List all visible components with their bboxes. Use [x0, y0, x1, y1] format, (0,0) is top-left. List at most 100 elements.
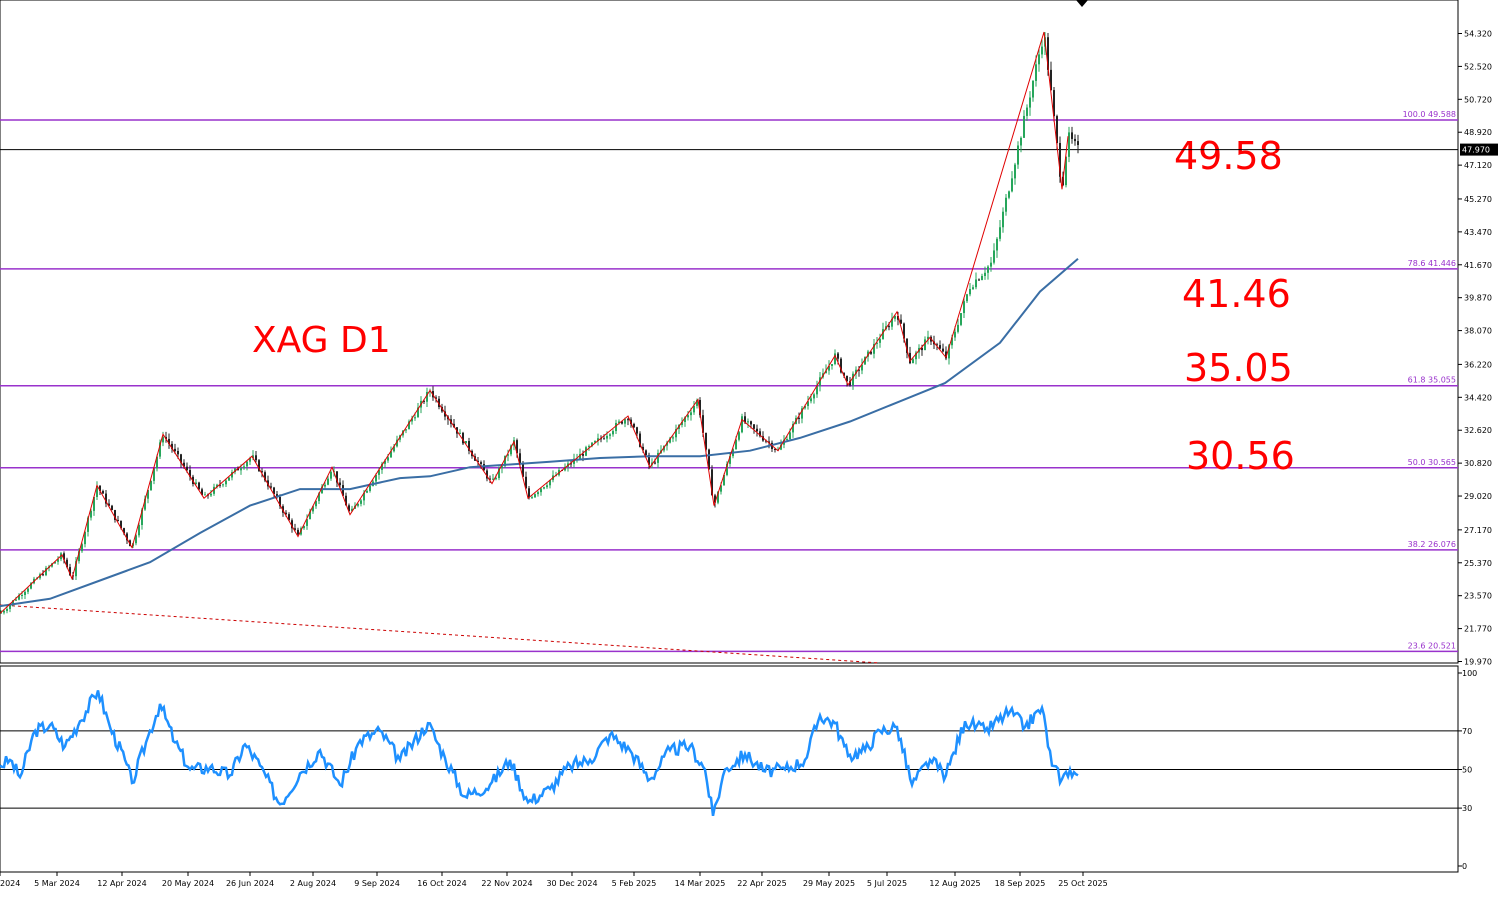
candle-body	[606, 435, 608, 439]
candle-body	[366, 490, 368, 493]
rsi-tick-label: 30	[1462, 804, 1472, 813]
candle-body	[981, 276, 983, 280]
candle-body	[225, 480, 227, 485]
time-tick-label: 14 Mar 2025	[675, 879, 726, 888]
candle-body	[741, 416, 743, 433]
candle-body	[324, 484, 326, 487]
candle-body	[603, 438, 605, 440]
candle-body	[1017, 145, 1019, 165]
candle-body	[24, 591, 26, 596]
candle-body	[975, 279, 977, 288]
price-tick-label: 21.770	[1464, 625, 1492, 634]
candle-body	[609, 434, 611, 436]
candle-body	[1011, 178, 1013, 192]
candle-body	[837, 353, 839, 359]
candle-body	[966, 294, 968, 302]
candle-body	[831, 364, 833, 366]
candle-body	[1029, 97, 1031, 108]
candle-body	[174, 448, 176, 452]
candle-body	[204, 494, 206, 496]
candle-body	[546, 485, 548, 488]
candle-body	[852, 373, 854, 386]
candle-body	[186, 466, 188, 471]
candle-body	[690, 412, 692, 416]
candle-body	[612, 431, 614, 435]
candle-body	[1008, 191, 1010, 198]
candle-body	[672, 437, 674, 439]
price-tick-label: 52.520	[1464, 62, 1492, 71]
time-tick-label: 12 Aug 2025	[929, 879, 980, 888]
candle-body	[786, 439, 788, 441]
time-tick-label: 5 Jul 2025	[867, 879, 907, 888]
chart-root: 100.0 49.588 49.58 78.6 41.446 41.46 61.8 35…	[0, 0, 1501, 896]
candle-body	[753, 424, 755, 429]
candle-body	[177, 451, 179, 455]
candle-body	[1071, 132, 1073, 139]
rsi-tick-label: 0	[1462, 862, 1467, 871]
candle-body	[972, 287, 974, 290]
candle-body	[999, 227, 1001, 239]
candle-body	[480, 462, 482, 465]
time-tick-label: 5 Feb 2025	[612, 879, 657, 888]
candle-body	[297, 529, 299, 535]
candle-body	[789, 432, 791, 440]
candle-body	[1002, 211, 1004, 228]
time-tick-label: 5 Mar 2024	[34, 879, 80, 888]
candle-body	[21, 595, 23, 597]
candle-body	[978, 279, 980, 281]
candle-body	[747, 421, 749, 423]
candle-body	[969, 289, 971, 295]
price-tick-label: 32.620	[1464, 426, 1492, 435]
candle-body	[27, 588, 29, 592]
candle-body	[645, 450, 647, 455]
time-tick-label: 20 May 2024	[162, 879, 214, 888]
candle-body	[582, 454, 584, 456]
candle-body	[339, 482, 341, 486]
candle-body	[990, 262, 992, 267]
candle-body	[993, 250, 995, 263]
price-tick-label: 30.820	[1464, 459, 1492, 468]
price-tick-label: 38.070	[1464, 327, 1492, 336]
candle-body	[222, 484, 224, 486]
fib-note-label: 30.56	[1186, 434, 1295, 478]
candle-body	[654, 462, 656, 464]
price-axis: 54.320 52.520 50.720 48.920 47.120 45.270 43.4…	[1458, 30, 1498, 667]
price-tick-label: 43.470	[1464, 228, 1492, 237]
candle-body	[387, 457, 389, 461]
price-tick-label: 27.170	[1464, 526, 1492, 535]
price-tick-label: 34.420	[1464, 393, 1492, 402]
price-pane	[0, 0, 1459, 664]
candle-body	[810, 398, 812, 402]
candle-body	[942, 348, 944, 352]
candle-body	[1074, 138, 1076, 142]
candle-body	[1077, 141, 1079, 146]
candle-body	[360, 500, 362, 504]
candle-body	[531, 497, 533, 499]
fib-level-label: 61.8 35.055	[1408, 376, 1456, 385]
candle-body	[246, 461, 248, 467]
fib-note-label: 49.58	[1174, 134, 1283, 178]
candle-body	[414, 417, 416, 419]
candle-body	[1032, 80, 1034, 98]
time-tick-label: 25 Oct 2025	[1058, 879, 1107, 888]
rsi-tick-label: 100	[1462, 669, 1477, 678]
candle-body	[1068, 132, 1070, 157]
candle-body	[198, 482, 200, 490]
candle-body	[984, 272, 986, 277]
time-tick-label: 16 Oct 2024	[417, 879, 466, 888]
candle-body	[327, 478, 329, 485]
time-tick-label: 26 Jun 2024	[226, 879, 274, 888]
price-tick-label: 48.920	[1464, 128, 1492, 137]
candle-body	[957, 324, 959, 332]
fib-note-label: 41.46	[1182, 272, 1291, 316]
candle-body	[879, 339, 881, 343]
candle-body	[243, 466, 245, 469]
candle-body	[228, 477, 230, 481]
price-tick-label: 25.370	[1464, 559, 1492, 568]
price-tick-label: 54.320	[1464, 30, 1492, 39]
fib-level-label: 78.6 41.446	[1408, 259, 1456, 268]
fib-level-label: 100.0 49.588	[1403, 110, 1456, 119]
time-tick-label: 30 Dec 2024	[546, 879, 597, 888]
fib-level-label: 38.2 26.076	[1408, 540, 1456, 549]
candle-body	[138, 524, 140, 536]
